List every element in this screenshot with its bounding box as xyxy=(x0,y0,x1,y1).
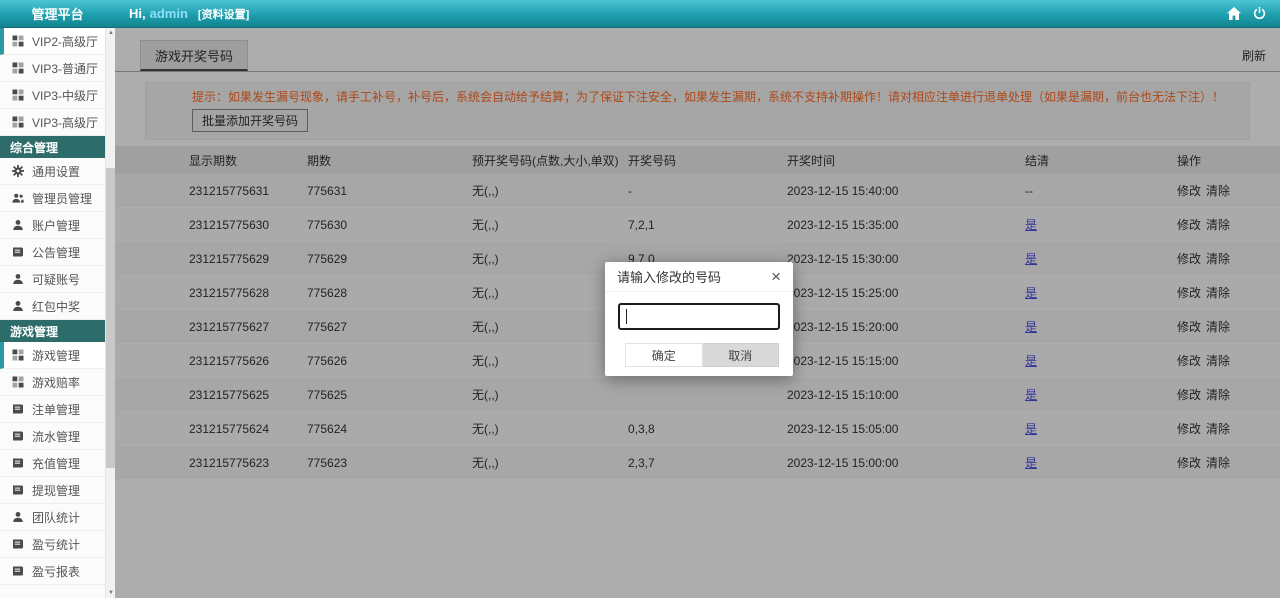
home-icon[interactable] xyxy=(1227,7,1241,20)
sidebar-item[interactable]: 公告管理 xyxy=(0,239,115,266)
ok-button[interactable]: 确定 xyxy=(625,343,703,367)
sidebar-item[interactable]: VIP2-高级厅 xyxy=(0,28,115,55)
book-icon xyxy=(12,246,25,258)
cancel-button[interactable]: 取消 xyxy=(703,343,780,367)
sidebar-item[interactable]: 游戏管理 xyxy=(0,342,115,369)
sidebar-item[interactable]: 游戏赔率 xyxy=(0,369,115,396)
sidebar-item[interactable]: 可疑账号 xyxy=(0,266,115,293)
scroll-down-arrow[interactable]: ▼ xyxy=(106,588,115,598)
sidebar-item-label: VIP2-高级厅 xyxy=(32,33,98,50)
book-icon xyxy=(12,484,25,496)
sidebar-item-label: 盈亏报表 xyxy=(32,563,80,580)
user-icon xyxy=(12,219,25,231)
sidebar-item[interactable]: 提现管理 xyxy=(0,477,115,504)
sidebar-item[interactable]: 充值管理 xyxy=(0,450,115,477)
sidebar-item[interactable]: 流水管理 xyxy=(0,423,115,450)
greeting: Hi, admin [资料设置] xyxy=(129,6,249,22)
sidebar-item-label: 充值管理 xyxy=(32,455,80,472)
username: admin xyxy=(150,6,188,21)
edit-number-modal: 请输入修改的号码 × 确定 取消 xyxy=(605,262,793,376)
grid-icon xyxy=(12,116,25,128)
sidebar-item[interactable]: 注单管理 xyxy=(0,396,115,423)
sidebar-item-label: VIP3-中级厅 xyxy=(32,87,98,104)
book-icon xyxy=(12,565,25,577)
sidebar-scrollbar[interactable]: ▲ ▼ xyxy=(105,28,115,598)
sidebar-item[interactable]: 红包中奖 xyxy=(0,293,115,320)
user-icon xyxy=(12,300,25,312)
sidebar-item-label: 提现管理 xyxy=(32,482,80,499)
profile-settings-link[interactable]: [资料设置] xyxy=(198,6,249,22)
sidebar-item[interactable]: VIP3-中级厅 xyxy=(0,82,115,109)
book-icon xyxy=(12,403,25,415)
number-input[interactable] xyxy=(618,303,780,330)
sidebar-item-label: 通用设置 xyxy=(32,163,80,180)
sidebar-item-label: 公告管理 xyxy=(32,244,80,261)
sidebar-item[interactable]: 通用设置 xyxy=(0,158,115,185)
sidebar-item-label: VIP3-普通厅 xyxy=(32,60,98,77)
sidebar-item-label: 注单管理 xyxy=(32,401,80,418)
sidebar-item[interactable]: 管理员管理 xyxy=(0,185,115,212)
sidebar-item-label: 游戏管理 xyxy=(32,347,80,364)
modal-title: 请输入修改的号码 xyxy=(617,267,771,286)
scroll-up-arrow[interactable]: ▲ xyxy=(106,28,115,38)
scrollbar-thumb[interactable] xyxy=(106,168,115,468)
users-icon xyxy=(12,192,25,204)
sidebar-section-header: 综合管理 xyxy=(0,136,115,158)
modal-header: 请输入修改的号码 × xyxy=(605,262,793,292)
sidebar-section-header: 游戏管理 xyxy=(0,320,115,342)
sidebar-item[interactable]: 团队统计 xyxy=(0,504,115,531)
sidebar: VIP2-高级厅 VIP3-普通厅 VIP3-中级厅 VIP3-高级厅综合管理通用设置… xyxy=(0,28,115,598)
book-icon xyxy=(12,457,25,469)
sidebar-item-label: 流水管理 xyxy=(32,428,80,445)
gear-icon xyxy=(12,165,25,177)
close-icon[interactable]: × xyxy=(771,268,781,285)
sidebar-item-label: 团队统计 xyxy=(32,509,80,526)
sidebar-item-label: 红包中奖 xyxy=(32,298,80,315)
book-icon xyxy=(12,538,25,550)
sidebar-item-label: 游戏赔率 xyxy=(32,374,80,391)
grid-icon xyxy=(12,89,25,101)
greeting-prefix: Hi, xyxy=(129,6,146,21)
user-icon xyxy=(12,511,25,523)
text-cursor xyxy=(626,309,627,324)
grid-icon xyxy=(12,62,25,74)
content-area: 游戏开奖号码 刷新 提示：如果发生漏号现象，请手工补号，补号后，系统会自动给予结… xyxy=(115,28,1280,598)
grid-icon xyxy=(12,349,25,361)
sidebar-item[interactable]: 账户管理 xyxy=(0,212,115,239)
sidebar-item-label: 可疑账号 xyxy=(32,271,80,288)
grid-icon xyxy=(12,376,25,388)
power-icon[interactable] xyxy=(1253,7,1266,20)
sidebar-item[interactable]: 盈亏统计 xyxy=(0,531,115,558)
sidebar-item[interactable]: 盈亏报表 xyxy=(0,558,115,585)
sidebar-item[interactable]: VIP3-高级厅 xyxy=(0,109,115,136)
book-icon xyxy=(12,430,25,442)
sidebar-item-label: 账户管理 xyxy=(32,217,80,234)
brand-title: 管理平台 xyxy=(0,4,115,23)
sidebar-item[interactable]: VIP3-普通厅 xyxy=(0,55,115,82)
grid-icon xyxy=(12,35,25,47)
sidebar-item-label: 盈亏统计 xyxy=(32,536,80,553)
sidebar-item-label: VIP3-高级厅 xyxy=(32,114,98,131)
top-bar: 管理平台 Hi, admin [资料设置] xyxy=(0,0,1280,28)
user-icon xyxy=(12,273,25,285)
sidebar-item-label: 管理员管理 xyxy=(32,190,92,207)
